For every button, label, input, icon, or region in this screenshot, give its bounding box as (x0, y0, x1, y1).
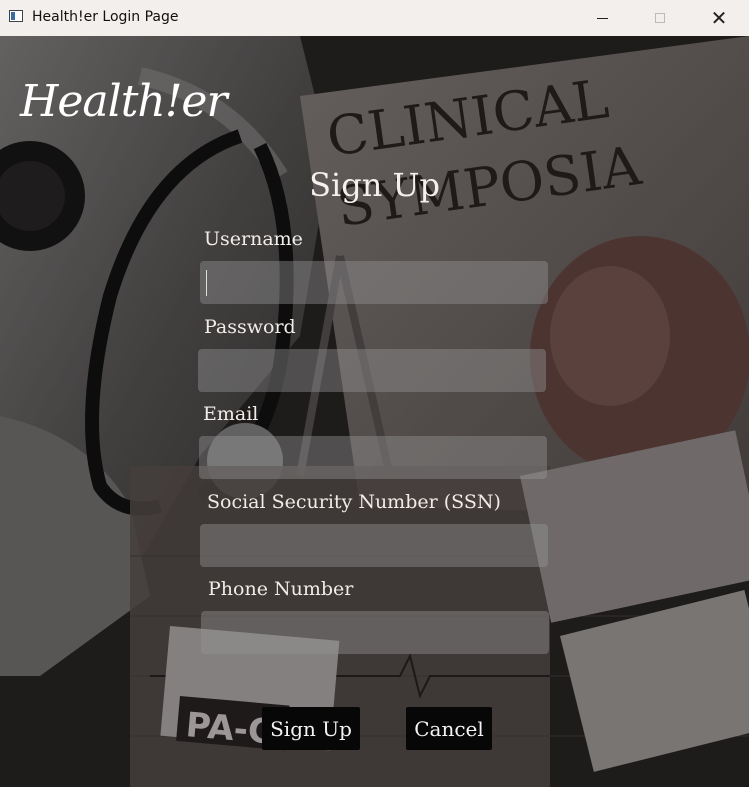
email-input[interactable] (199, 436, 547, 479)
app-window: Health!er Login Page ✕ CLINICAL SYMPOSIA… (0, 0, 749, 787)
background-image: CLINICAL SYMPOSIA PA-C (0, 36, 749, 787)
cancel-button[interactable]: Cancel (406, 707, 492, 750)
email-label: Email (203, 403, 259, 425)
username-input[interactable] (200, 261, 548, 304)
window-title: Health!er Login Page (32, 9, 179, 25)
phone-input[interactable] (201, 611, 549, 654)
username-label: Username (204, 228, 303, 250)
page-title: Sign Up (309, 166, 440, 204)
minimize-button[interactable] (579, 0, 625, 36)
close-icon: ✕ (710, 6, 728, 30)
title-bar[interactable]: Health!er Login Page ✕ (0, 0, 749, 36)
maximize-icon (655, 13, 665, 23)
text-cursor (206, 270, 207, 296)
phone-label: Phone Number (208, 578, 354, 600)
sign-up-button[interactable]: Sign Up (262, 707, 360, 750)
ssn-input[interactable] (200, 524, 548, 567)
logo: Health!er (20, 76, 227, 127)
app-icon (9, 10, 23, 22)
close-button[interactable]: ✕ (696, 0, 742, 36)
ssn-label: Social Security Number (SSN) (207, 491, 501, 513)
minimize-icon (596, 17, 608, 19)
maximize-button[interactable] (637, 0, 683, 36)
password-input[interactable] (198, 349, 546, 392)
password-label: Password (204, 316, 296, 338)
